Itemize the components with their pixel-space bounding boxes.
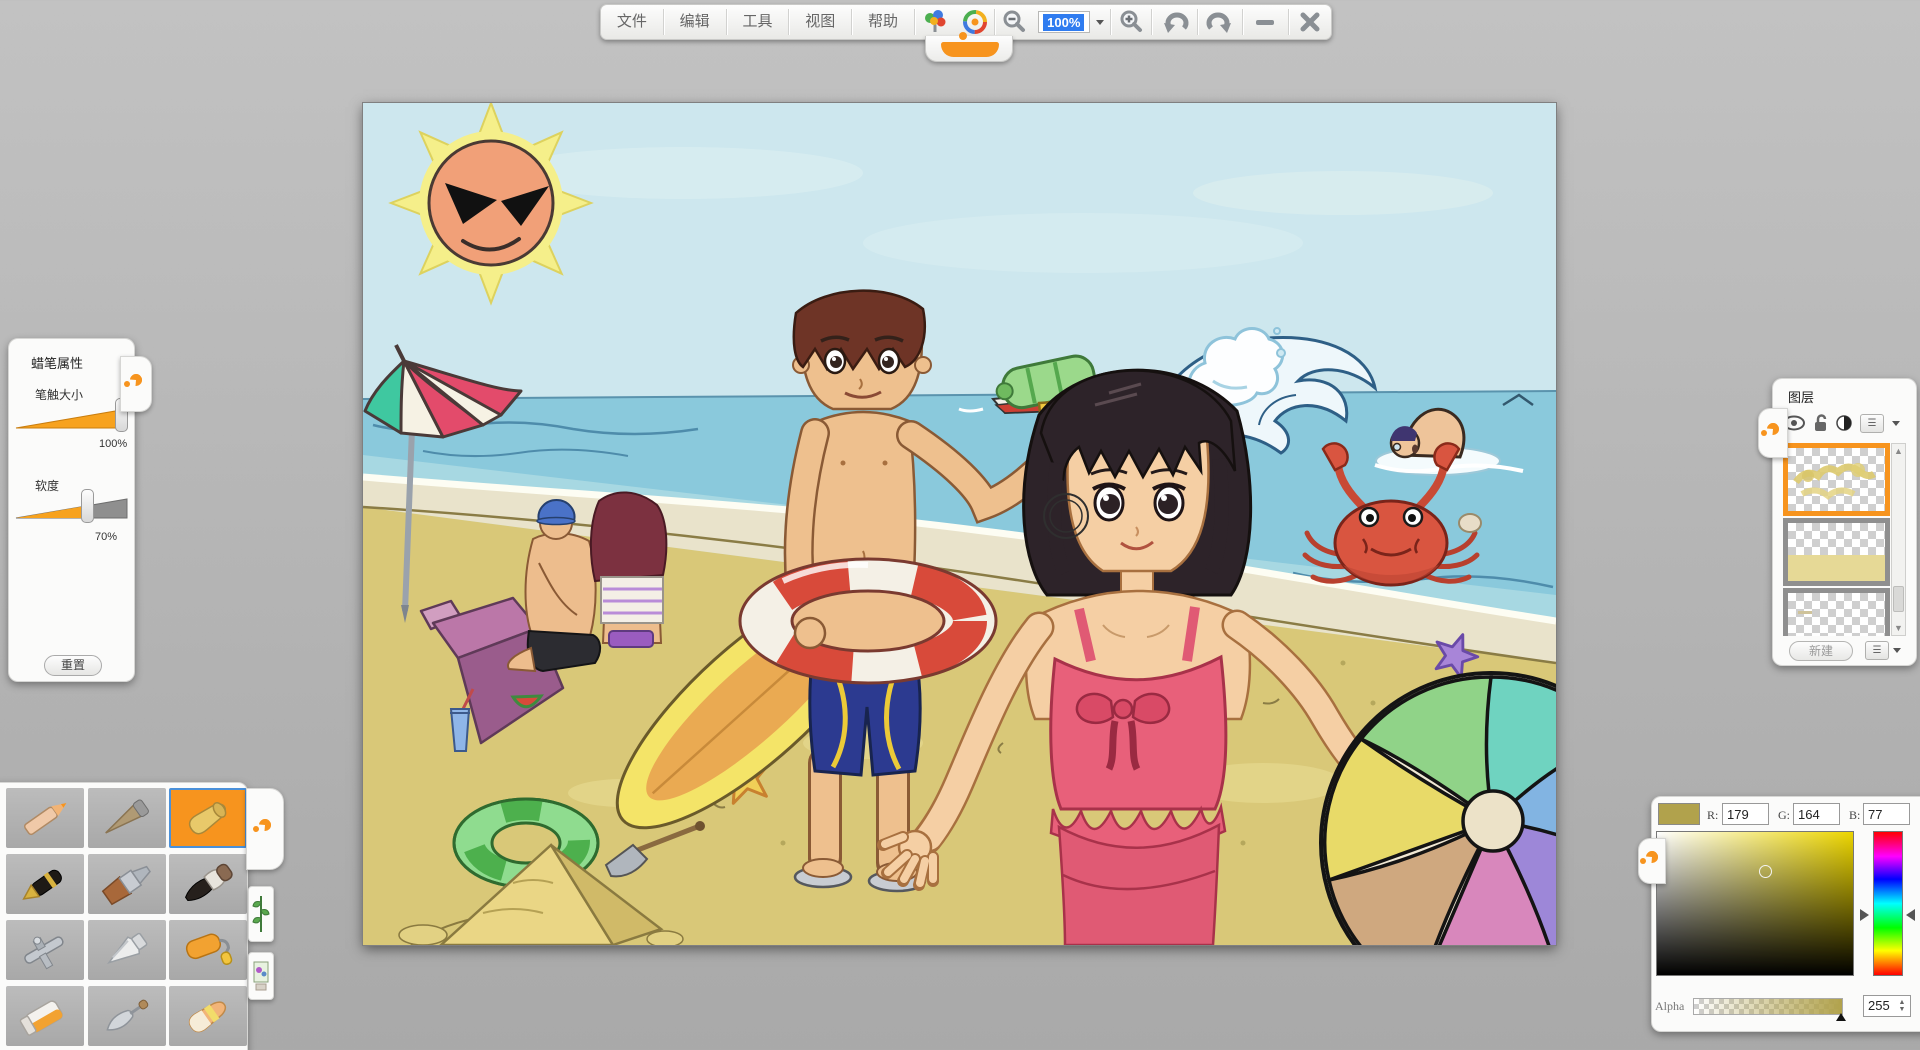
tool-pencil[interactable] — [6, 788, 84, 848]
c-logo-icon — [1761, 421, 1785, 445]
layer-scrollbar[interactable]: ▲ ▼ — [1891, 443, 1906, 636]
tool-pastel-stick[interactable] — [88, 788, 166, 848]
tool-palette-tab[interactable] — [246, 788, 284, 870]
tool-palette-knife[interactable] — [88, 986, 166, 1046]
new-layer-button[interactable]: 新建 — [1789, 641, 1853, 661]
alpha-value-box[interactable]: 255 ▲ ▼ — [1863, 995, 1911, 1017]
layer-menu-icon[interactable]: ☰ — [1860, 414, 1884, 433]
tool-paint-bottle[interactable] — [6, 986, 84, 1046]
tool-fountain-pen[interactable] — [6, 854, 84, 914]
zoom-level-field[interactable]: 100% — [1038, 11, 1090, 33]
alpha-slider[interactable] — [1693, 998, 1843, 1015]
undo-icon[interactable] — [1152, 5, 1196, 39]
panel-title: 蜡笔属性 — [31, 353, 83, 372]
hue-slider[interactable] — [1873, 831, 1903, 976]
tool-eraser[interactable] — [169, 986, 247, 1046]
brush-size-label: 笔触大小 — [35, 386, 83, 403]
alpha-value: 255 — [1868, 998, 1890, 1013]
softness-slider[interactable] — [15, 495, 129, 521]
softness-handle[interactable] — [81, 489, 94, 523]
plant-icon — [252, 892, 270, 936]
scroll-up-icon[interactable]: ▲ — [1893, 446, 1904, 456]
c-logo-icon — [1640, 849, 1664, 873]
layer-item-selected[interactable] — [1783, 443, 1890, 516]
layer-options-caret[interactable] — [1893, 648, 1901, 653]
scrollbar-thumb[interactable] — [1893, 586, 1904, 612]
menu-edit[interactable]: 编辑 — [664, 5, 726, 39]
layers-panel: 图层 ☰ — [1772, 378, 1917, 666]
saturation-value-picker[interactable] — [1656, 831, 1854, 976]
hue-marker-right[interactable] — [1906, 909, 1915, 921]
color-panel: R: G: B: Alpha 255 ▲ ▼ — [1651, 796, 1920, 1032]
scroll-down-icon[interactable]: ▼ — [1893, 623, 1904, 633]
green-field[interactable] — [1793, 803, 1840, 825]
tool-airbrush[interactable] — [6, 920, 84, 980]
layers-panel-tab[interactable] — [1758, 408, 1788, 458]
menu-tools[interactable]: 工具 — [727, 5, 789, 39]
menu-file[interactable]: 文件 — [601, 5, 663, 39]
blue-field[interactable] — [1863, 803, 1910, 825]
paint-app-window: { "app": { "background": "#b5b5b5", "acc… — [0, 0, 1920, 1050]
green-label: G: — [1778, 808, 1790, 823]
tool-flat-brush[interactable] — [88, 854, 166, 914]
menu-help[interactable]: 帮助 — [852, 5, 914, 39]
clown-smile — [941, 42, 999, 57]
minimize-icon[interactable] — [1243, 5, 1287, 39]
drawing-canvas[interactable] — [363, 103, 1556, 945]
layers-title: 图层 — [1788, 387, 1814, 406]
softness-value: 70% — [95, 531, 117, 543]
reset-button[interactable]: 重置 — [44, 655, 102, 676]
hue-marker-left[interactable] — [1860, 909, 1869, 921]
current-color-swatch — [1658, 803, 1700, 825]
softness-label: 软度 — [35, 477, 59, 494]
c-logo-icon — [253, 817, 277, 841]
clown-logo-tab — [925, 36, 1013, 62]
blue-label: B: — [1849, 808, 1860, 823]
layer-item[interactable] — [1783, 518, 1890, 586]
color-panel-tab[interactable] — [1638, 838, 1666, 884]
sun-with-sunglasses — [391, 103, 591, 303]
clown-nose — [959, 32, 967, 40]
menu-view[interactable]: 视图 — [789, 5, 851, 39]
sitting-woman — [591, 492, 666, 647]
tool-ink-brush[interactable] — [169, 854, 247, 914]
plant-stamp-button[interactable] — [248, 886, 274, 942]
contrast-icon[interactable] — [1836, 415, 1852, 431]
brush-size-slider[interactable] — [15, 405, 129, 431]
redo-icon[interactable] — [1198, 5, 1242, 39]
sticker-stamp-button[interactable] — [248, 952, 274, 1000]
red-label: R: — [1707, 808, 1718, 823]
tool-crayon-selected[interactable] — [169, 788, 247, 848]
swim-ring — [740, 559, 996, 683]
zoom-out-icon[interactable] — [995, 5, 1034, 39]
tool-palette — [0, 782, 248, 1050]
close-icon[interactable] — [1289, 5, 1331, 39]
crayon-panel-tab[interactable] — [120, 356, 152, 412]
tool-paint-roller[interactable] — [169, 920, 247, 980]
layer-list — [1783, 443, 1890, 636]
layer-item[interactable] — [1783, 588, 1890, 636]
rainbow-brush-icon[interactable] — [915, 5, 956, 39]
tool-paint-tube[interactable] — [88, 920, 166, 980]
brush-size-value: 100% — [99, 438, 127, 450]
zoom-in-icon[interactable] — [1111, 5, 1152, 39]
crayon-properties-panel: 蜡笔属性 笔触大小 100% 软度 70% 重置 — [8, 338, 135, 682]
zoom-level-value: 100% — [1043, 14, 1084, 31]
color-cursor[interactable] — [1759, 865, 1772, 878]
layer-options-icon[interactable]: ☰ — [1865, 641, 1889, 660]
unlock-icon[interactable] — [1813, 414, 1828, 432]
c-logo-icon — [124, 372, 148, 396]
alpha-marker[interactable] — [1836, 1013, 1846, 1021]
sticker-icon — [252, 958, 270, 994]
layer-menu-caret[interactable] — [1892, 421, 1900, 426]
zoom-dropdown-caret[interactable] — [1096, 20, 1104, 25]
alpha-label: Alpha — [1655, 999, 1684, 1014]
alpha-spin-down-icon[interactable]: ▼ — [1896, 1005, 1908, 1014]
red-field[interactable] — [1722, 803, 1769, 825]
